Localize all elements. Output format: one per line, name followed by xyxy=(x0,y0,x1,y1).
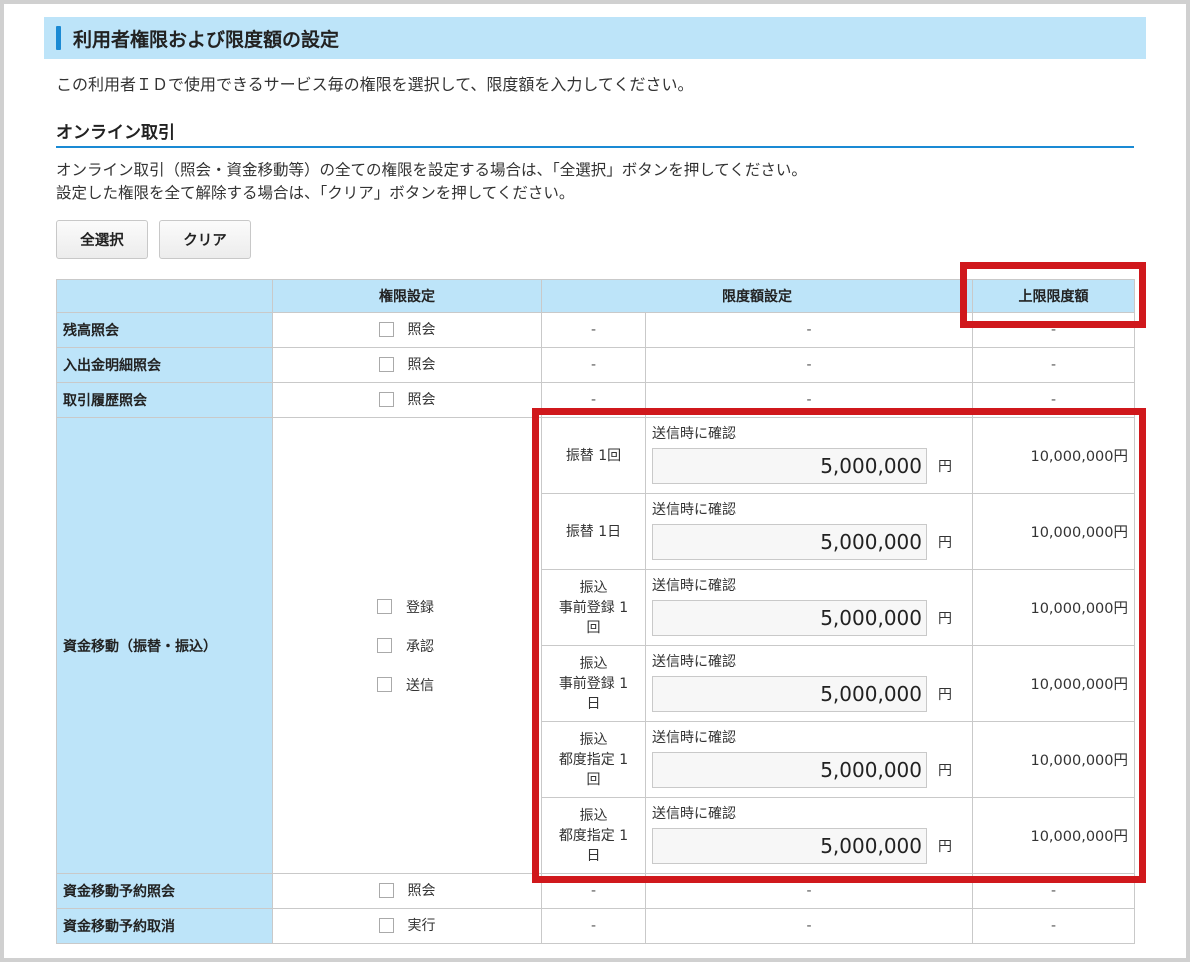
max-limit-value: 10,000,000円 xyxy=(972,417,1135,494)
dash-cell: - xyxy=(972,908,1135,944)
checkbox-detail-inquiry[interactable]: 照会 xyxy=(378,354,436,374)
row-label: 残高照会 xyxy=(56,312,273,348)
transfer-permission-list: 登録 承認 送信 xyxy=(273,597,541,695)
limit-amount-input[interactable] xyxy=(652,676,927,712)
limit-amount-input[interactable] xyxy=(652,524,927,560)
yen-unit: 円 xyxy=(938,611,952,627)
checkbox-box[interactable] xyxy=(378,917,394,933)
checkbox-reserve-inquiry[interactable]: 照会 xyxy=(378,880,436,900)
page-title-bar: 利用者権限および限度額の設定 xyxy=(44,17,1146,59)
header-blank xyxy=(56,279,273,313)
yen-unit: 円 xyxy=(938,763,952,779)
checkbox-box[interactable] xyxy=(378,882,394,898)
limit-type-label: 振込 事前登録 1 日 xyxy=(541,645,646,722)
checkbox-box[interactable] xyxy=(377,677,392,692)
limit-amount-input[interactable] xyxy=(652,752,927,788)
confirm-note: 送信時に確認 xyxy=(652,654,736,670)
header-max-limit: 上限限度額 xyxy=(972,279,1135,313)
yen-unit: 円 xyxy=(938,687,952,703)
header-permission: 権限設定 xyxy=(272,279,542,313)
dash-cell: - xyxy=(645,347,973,383)
row-label: 取引履歴照会 xyxy=(56,382,273,418)
permissions-table: 権限設定 限度額設定 上限限度額 残高照会 照会 - - - 入出金明細照会 照… xyxy=(56,279,1135,944)
limit-type-label: 振込 事前登録 1 回 xyxy=(541,569,646,646)
dash-cell: - xyxy=(645,873,973,909)
limit-amount-input[interactable] xyxy=(652,828,927,864)
max-limit-value: 10,000,000円 xyxy=(972,493,1135,570)
page-title: 利用者権限および限度額の設定 xyxy=(73,28,340,51)
checkbox-reserve-cancel[interactable]: 実行 xyxy=(378,915,436,935)
confirm-note: 送信時に確認 xyxy=(652,578,736,594)
confirm-note: 送信時に確認 xyxy=(652,502,736,518)
section-description: オンライン取引（照会・資金移動等）の全ての権限を設定する場合は、「全選択」ボタン… xyxy=(56,159,807,205)
dash-cell: - xyxy=(972,347,1135,383)
confirm-note: 送信時に確認 xyxy=(652,730,736,746)
confirm-note: 送信時に確認 xyxy=(652,806,736,822)
dash-cell: - xyxy=(972,873,1135,909)
limit-amount-input[interactable] xyxy=(652,448,927,484)
limit-type-label: 振替 1回 xyxy=(541,417,646,494)
limit-type-label: 振替 1日 xyxy=(541,493,646,570)
description-line-1: オンライン取引（照会・資金移動等）の全ての権限を設定する場合は、「全選択」ボタン… xyxy=(56,161,807,179)
dash-cell: - xyxy=(645,382,973,418)
dash-cell: - xyxy=(541,347,646,383)
checkbox-balance-inquiry[interactable]: 照会 xyxy=(378,319,436,339)
row-label: 資金移動予約照会 xyxy=(56,873,273,909)
checkbox-history-inquiry[interactable]: 照会 xyxy=(378,389,436,409)
row-label: 資金移動予約取消 xyxy=(56,908,273,944)
dash-cell: - xyxy=(541,908,646,944)
intro-text: この利用者ＩＤで使用できるサービス毎の権限を選択して、限度額を入力してください。 xyxy=(56,75,694,94)
max-limit-value: 10,000,000円 xyxy=(972,645,1135,722)
max-limit-value: 10,000,000円 xyxy=(972,797,1135,874)
checkbox-send[interactable]: 送信 xyxy=(377,675,437,695)
clear-button[interactable]: クリア xyxy=(159,220,251,259)
dash-cell: - xyxy=(972,382,1135,418)
checkbox-box[interactable] xyxy=(378,391,394,407)
checkbox-box[interactable] xyxy=(377,638,392,653)
title-accent-bar xyxy=(56,26,61,50)
yen-unit: 円 xyxy=(938,535,952,551)
max-limit-value: 10,000,000円 xyxy=(972,721,1135,798)
checkbox-approve[interactable]: 承認 xyxy=(377,636,437,656)
table-row: 資金移動（振替・振込） 登録 承認 送信 振替 1回 送信時に確認 円 10,0… xyxy=(56,417,1135,874)
table-row: 入出金明細照会 照会 - - - xyxy=(56,347,1135,383)
yen-unit: 円 xyxy=(938,459,952,475)
dash-cell: - xyxy=(972,312,1135,348)
description-line-2: 設定した権限を全て解除する場合は、「クリア」ボタンを押してください。 xyxy=(56,184,575,202)
dash-cell: - xyxy=(541,382,646,418)
max-limit-value: 10,000,000円 xyxy=(972,569,1135,646)
limit-amount-input[interactable] xyxy=(652,600,927,636)
table-row: 資金移動予約照会 照会 - - - xyxy=(56,873,1135,909)
table-row: 取引履歴照会 照会 - - - xyxy=(56,382,1135,418)
limit-type-label: 振込 都度指定 1 回 xyxy=(541,721,646,798)
dash-cell: - xyxy=(645,312,973,348)
dash-cell: - xyxy=(541,873,646,909)
checkbox-box[interactable] xyxy=(377,599,392,614)
row-label: 入出金明細照会 xyxy=(56,347,273,383)
limit-type-label: 振込 都度指定 1 日 xyxy=(541,797,646,874)
table-row: 残高照会 照会 - - - xyxy=(56,312,1135,348)
row-label: 資金移動（振替・振込） xyxy=(56,417,273,874)
header-limit: 限度額設定 xyxy=(541,279,973,313)
checkbox-box[interactable] xyxy=(378,356,394,372)
checkbox-register[interactable]: 登録 xyxy=(377,597,437,617)
table-row: 資金移動予約取消 実行 - - - xyxy=(56,908,1135,944)
dash-cell: - xyxy=(541,312,646,348)
checkbox-box[interactable] xyxy=(378,321,394,337)
dash-cell: - xyxy=(645,908,973,944)
confirm-note: 送信時に確認 xyxy=(652,426,736,442)
section-title: オンライン取引 xyxy=(56,118,1134,148)
yen-unit: 円 xyxy=(938,839,952,855)
select-all-button[interactable]: 全選択 xyxy=(56,220,148,259)
